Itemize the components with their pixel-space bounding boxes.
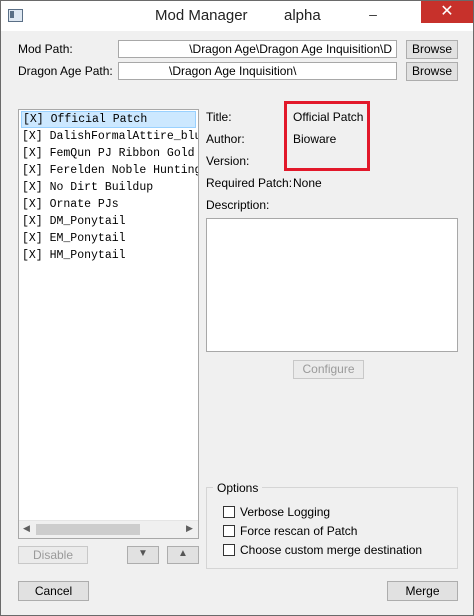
mod-list[interactable]: [X] Official Patch [X] DalishFormalAttir… <box>18 109 199 539</box>
list-item[interactable]: [X] EM_Ponytail <box>21 230 126 247</box>
options-title: Options <box>213 481 263 495</box>
list-item[interactable]: [X] DM_Ponytail <box>21 213 126 230</box>
mod-manager-window: Mod Manager alpha – ✕ Mod Path: \Dragon … <box>0 0 474 616</box>
close-button[interactable]: ✕ <box>421 1 473 23</box>
highlight-annotation <box>284 101 370 171</box>
required-patch-label: Required Patch: <box>206 176 293 190</box>
mod-path-input[interactable]: \Dragon Age\Dragon Age Inquisition\D <box>118 40 397 58</box>
mod-path-label: Mod Path: <box>18 42 73 56</box>
version-label: Version: <box>206 154 250 168</box>
minimize-button[interactable]: – <box>363 4 383 24</box>
description-box[interactable] <box>206 218 458 352</box>
merge-button[interactable]: Merge <box>387 581 458 601</box>
mod-path-browse-button[interactable]: Browse <box>406 40 458 59</box>
required-patch-value: None <box>293 176 322 190</box>
force-rescan-checkbox[interactable] <box>223 525 235 537</box>
list-item[interactable]: [X] Ornate PJs <box>21 196 119 213</box>
list-item[interactable]: [X] HM_Ponytail <box>21 247 126 264</box>
verbose-logging-label[interactable]: Verbose Logging <box>240 505 330 519</box>
scrollbar-thumb[interactable] <box>36 524 140 535</box>
title-label: Title: <box>206 110 232 124</box>
description-label: Description: <box>206 198 270 212</box>
custom-merge-label[interactable]: Choose custom merge destination <box>240 543 422 557</box>
cancel-button[interactable]: Cancel <box>18 581 89 601</box>
verbose-logging-checkbox[interactable] <box>223 506 235 518</box>
arrow-down-icon: ▼ <box>138 548 148 559</box>
window-title: Mod Manager <box>155 7 248 24</box>
scroll-left-icon[interactable]: ◀ <box>23 523 30 534</box>
dragon-age-path-label: Dragon Age Path: <box>18 64 113 78</box>
custom-merge-checkbox[interactable] <box>223 544 235 556</box>
window-subtitle: alpha <box>284 7 321 24</box>
list-item[interactable]: [X] No Dirt Buildup <box>21 179 153 196</box>
force-rescan-label[interactable]: Force rescan of Patch <box>240 524 357 538</box>
arrow-up-icon: ▲ <box>178 548 188 559</box>
author-label: Author: <box>206 132 245 146</box>
disable-button[interactable]: Disable <box>18 546 88 564</box>
title-bar: Mod Manager alpha – ✕ <box>1 1 473 31</box>
app-icon <box>8 9 23 22</box>
list-item[interactable]: [X] Ferelden Noble Hunting A <box>21 162 198 179</box>
scroll-right-icon[interactable]: ▶ <box>186 523 193 534</box>
configure-button[interactable]: Configure <box>293 360 364 379</box>
list-item[interactable]: [X] Official Patch <box>21 111 196 128</box>
move-down-button[interactable]: ▼ <box>127 546 159 564</box>
move-up-button[interactable]: ▲ <box>167 546 199 564</box>
dragon-age-path-browse-button[interactable]: Browse <box>406 62 458 81</box>
list-item[interactable]: [X] DalishFormalAttire_blue <box>21 128 198 145</box>
horizontal-scrollbar[interactable]: ◀ ▶ <box>19 520 198 538</box>
dragon-age-path-input[interactable]: \Dragon Age Inquisition\ <box>118 62 397 80</box>
list-item[interactable]: [X] FemQun PJ Ribbon Gold <box>21 145 195 162</box>
